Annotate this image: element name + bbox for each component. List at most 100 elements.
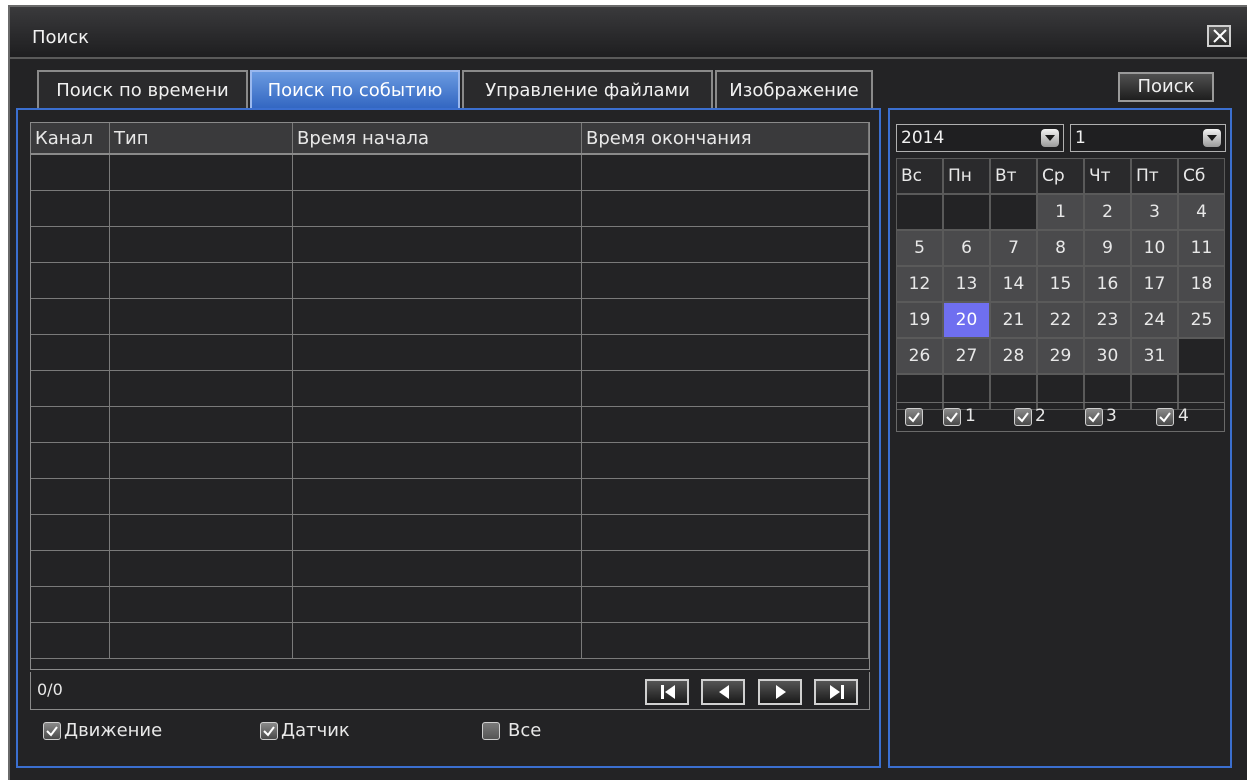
- last-page-button[interactable]: [814, 679, 858, 705]
- table-cell: [292, 334, 582, 371]
- table-row[interactable]: [31, 478, 869, 515]
- calendar-day[interactable]: 22: [1037, 302, 1084, 338]
- column-header-channel[interactable]: Канал: [31, 123, 110, 155]
- calendar-day[interactable]: 29: [1037, 338, 1084, 374]
- calendar-day[interactable]: 31: [1131, 338, 1178, 374]
- table-row[interactable]: [31, 514, 869, 551]
- weekday-label: Пн: [943, 158, 990, 194]
- channel-2-checkbox[interactable]: [1014, 408, 1032, 426]
- calendar-day[interactable]: 8: [1037, 230, 1084, 266]
- close-button[interactable]: [1207, 25, 1231, 47]
- month-select[interactable]: 1: [1070, 124, 1226, 152]
- column-header-end-time[interactable]: Время окончания: [581, 123, 869, 155]
- table-row[interactable]: [31, 622, 869, 659]
- calendar-day[interactable]: 20: [943, 302, 990, 338]
- weekday-header: Вс Пн Вт Ср Чт Пт Сб: [896, 158, 1225, 194]
- sensor-checkbox[interactable]: [260, 722, 278, 740]
- calendar-day[interactable]: 12: [896, 266, 943, 302]
- tab-file-management[interactable]: Управление файлами: [462, 70, 713, 110]
- channel-3-label[interactable]: 3: [1106, 406, 1117, 426]
- results-panel: Канал Тип Время начала Время окончания 0…: [16, 108, 881, 768]
- table-cell: [31, 334, 110, 371]
- channel-1-checkbox[interactable]: [943, 408, 961, 426]
- calendar-day[interactable]: 1: [1037, 194, 1084, 230]
- table-row[interactable]: [31, 298, 869, 335]
- calendar-panel: 2014 1 Вс Пн Вт Ср Чт Пт Сб 1 2 3 4 5 6 7 8 9 10 11 12 13 1…: [888, 108, 1232, 768]
- table-cell: [292, 514, 582, 551]
- calendar-day[interactable]: 9: [1084, 230, 1131, 266]
- weekday-label: Ср: [1037, 158, 1084, 194]
- table-cell: [581, 298, 869, 335]
- table-row[interactable]: [31, 370, 869, 407]
- channel-4-checkbox[interactable]: [1156, 408, 1174, 426]
- calendar-day[interactable]: 18: [1178, 266, 1225, 302]
- calendar-day[interactable]: 27: [943, 338, 990, 374]
- calendar-day[interactable]: 11: [1178, 230, 1225, 266]
- calendar-day[interactable]: 21: [990, 302, 1037, 338]
- motion-checkbox[interactable]: [43, 722, 61, 740]
- table-row[interactable]: [31, 154, 869, 191]
- table-row[interactable]: [31, 226, 869, 263]
- calendar-day[interactable]: 25: [1178, 302, 1225, 338]
- calendar-grid: Вс Пн Вт Ср Чт Пт Сб 1 2 3 4 5 6 7 8 9 10 11 12 13 14 15 16 17…: [896, 158, 1225, 410]
- calendar-day[interactable]: 6: [943, 230, 990, 266]
- calendar-day[interactable]: 26: [896, 338, 943, 374]
- calendar-day[interactable]: 13: [943, 266, 990, 302]
- tab-image[interactable]: Изображение: [715, 70, 873, 110]
- table-row[interactable]: [31, 262, 869, 299]
- table-row[interactable]: [31, 334, 869, 371]
- calendar-day[interactable]: 14: [990, 266, 1037, 302]
- all-label[interactable]: Все: [508, 720, 541, 741]
- tab-event-search[interactable]: Поиск по событию: [250, 70, 460, 110]
- sensor-label[interactable]: Датчик: [281, 720, 350, 741]
- calendar-day[interactable]: 17: [1131, 266, 1178, 302]
- calendar-week: 26 27 28 29 30 31: [896, 338, 1225, 374]
- all-checkbox[interactable]: [482, 722, 500, 740]
- calendar-day[interactable]: 19: [896, 302, 943, 338]
- table-row[interactable]: [31, 586, 869, 623]
- year-select[interactable]: 2014: [896, 124, 1064, 152]
- check-icon: [946, 412, 958, 423]
- table-cell: [109, 442, 293, 479]
- channel-3-checkbox[interactable]: [1085, 408, 1103, 426]
- channel-1-label[interactable]: 1: [965, 406, 976, 426]
- month-value: 1: [1075, 128, 1086, 148]
- all-channels-checkbox[interactable]: [905, 408, 923, 426]
- calendar-day[interactable]: 4: [1178, 194, 1225, 230]
- calendar-day[interactable]: 5: [896, 230, 943, 266]
- table-cell: [581, 154, 869, 191]
- motion-label[interactable]: Движение: [64, 720, 162, 741]
- table-row[interactable]: [31, 190, 869, 227]
- calendar-day[interactable]: 7: [990, 230, 1037, 266]
- search-button[interactable]: Поиск: [1118, 72, 1214, 102]
- calendar-day[interactable]: 28: [990, 338, 1037, 374]
- calendar-day[interactable]: 16: [1084, 266, 1131, 302]
- tab-time-search[interactable]: Поиск по времени: [37, 70, 248, 110]
- results-table-container: Канал Тип Время начала Время окончания: [30, 122, 870, 670]
- calendar-day[interactable]: 30: [1084, 338, 1131, 374]
- first-page-icon: [661, 685, 675, 699]
- calendar-day[interactable]: 2: [1084, 194, 1131, 230]
- calendar-day[interactable]: 3: [1131, 194, 1178, 230]
- channel-4-label[interactable]: 4: [1178, 406, 1189, 426]
- calendar-day[interactable]: 24: [1131, 302, 1178, 338]
- prev-page-button[interactable]: [701, 679, 745, 705]
- calendar-day[interactable]: 23: [1084, 302, 1131, 338]
- next-page-button[interactable]: [758, 679, 802, 705]
- check-icon: [1159, 412, 1171, 423]
- weekday-label: Пт: [1131, 158, 1178, 194]
- results-table: Канал Тип Время начала Время окончания: [31, 123, 869, 659]
- table-row[interactable]: [31, 442, 869, 479]
- first-page-button[interactable]: [645, 679, 689, 705]
- calendar-day[interactable]: 15: [1037, 266, 1084, 302]
- table-cell: [292, 586, 582, 623]
- column-header-type[interactable]: Тип: [109, 123, 293, 155]
- column-header-start-time[interactable]: Время начала: [292, 123, 582, 155]
- channel-2-label[interactable]: 2: [1035, 406, 1046, 426]
- calendar-empty-cell: [990, 194, 1037, 230]
- table-row[interactable]: [31, 550, 869, 587]
- calendar-day[interactable]: 10: [1131, 230, 1178, 266]
- table-cell: [109, 478, 293, 515]
- table-row[interactable]: [31, 406, 869, 443]
- table-cell: [31, 406, 110, 443]
